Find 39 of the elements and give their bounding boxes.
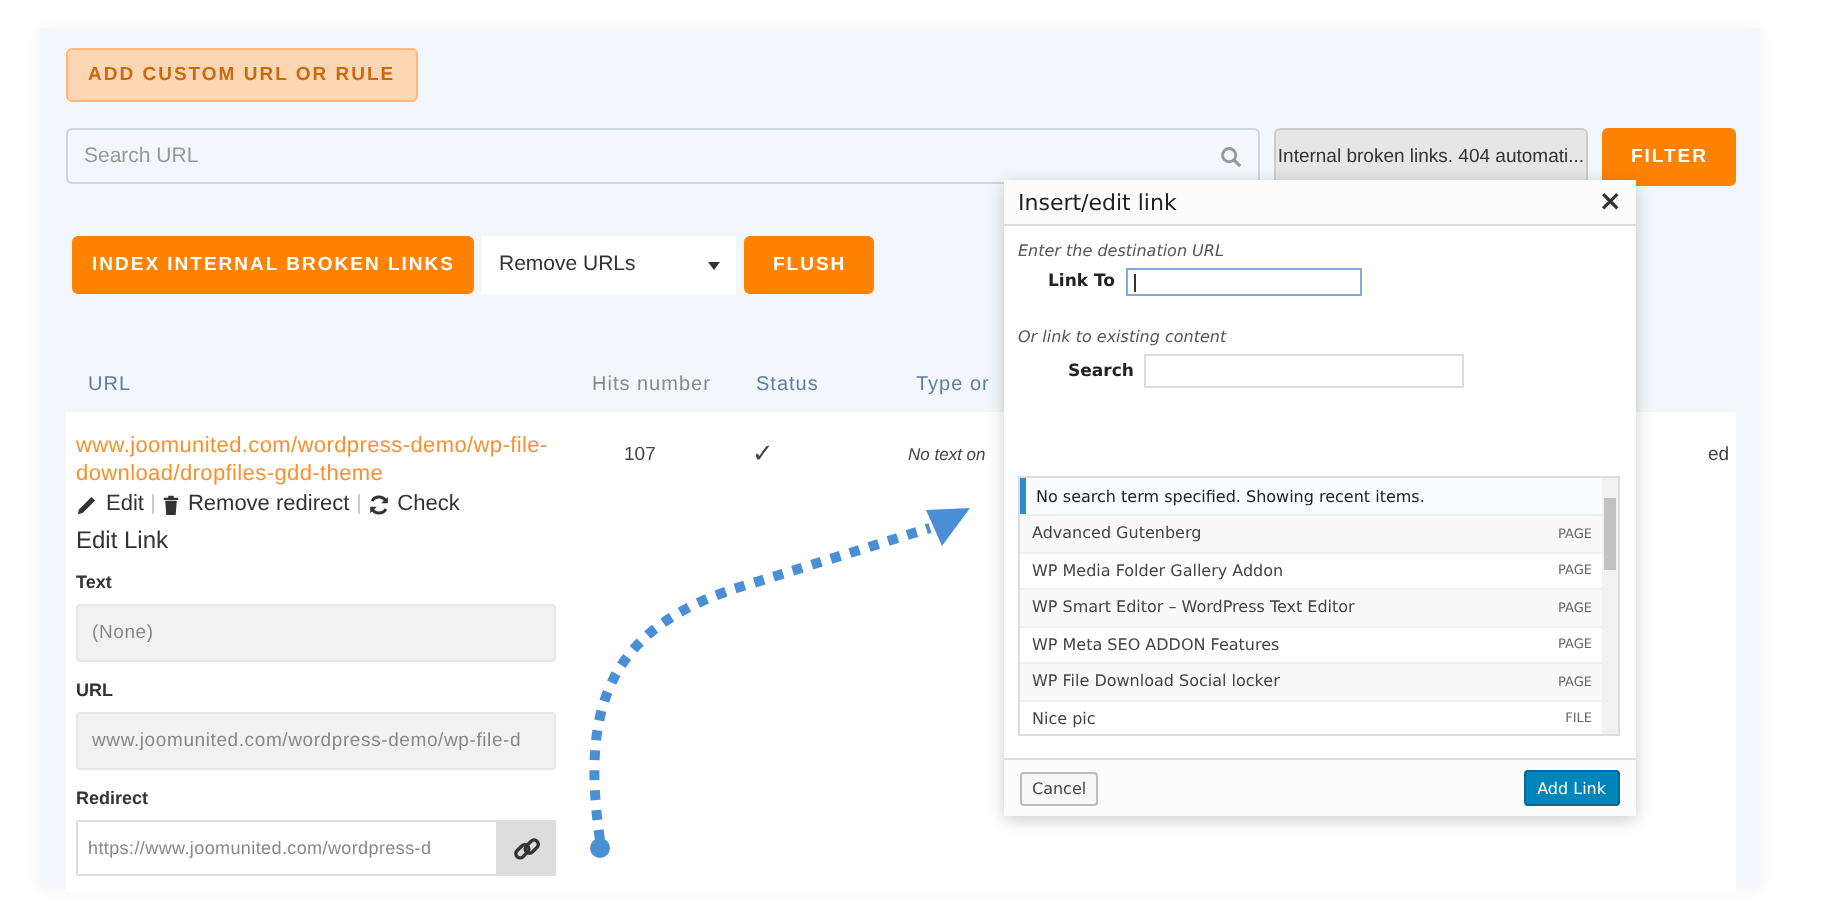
field-label: Redirect (76, 788, 151, 808)
notice-message: No search term specified. Showing recent items. (1020, 478, 1602, 514)
readonly-field: www.joomunited.com/wordpress-demo/wp-file-d (76, 712, 556, 770)
action-dropdown[interactable]: Remove URLs (482, 235, 737, 293)
close-button[interactable]: × (1598, 188, 1622, 216)
search-field[interactable]: Search URL (66, 128, 1259, 184)
chain-link-icon (512, 833, 542, 863)
row-action-link[interactable]: Check (367, 492, 460, 516)
filter-dropdown[interactable]: Internal broken links. 404 automati... (1273, 128, 1589, 184)
row-action-link[interactable]: Remove redirect (161, 492, 350, 516)
link-to-field[interactable] (1125, 268, 1362, 296)
field-label: URL (76, 680, 115, 700)
readonly-field: (None) (76, 604, 556, 662)
refresh-icon (367, 493, 390, 515)
dialog-title: Insert/edit link (1018, 189, 1177, 215)
field-label: Search (1068, 361, 1134, 381)
type-cell-text: No text on (908, 442, 988, 464)
dialog-hint: Enter the destination URL (1018, 242, 1226, 260)
hits-cell-text: 107 (622, 442, 658, 466)
dialog-hint: Or link to existing content (1018, 328, 1229, 346)
row-action-link[interactable]: Edit (76, 492, 144, 516)
table-cell-text: ed (1706, 442, 1732, 466)
pencil-icon (76, 493, 98, 515)
scrollbar[interactable] (1602, 478, 1618, 734)
add-link-button[interactable]: Add Link (1523, 770, 1620, 806)
field-label: Link To (1048, 272, 1116, 292)
status-check: ✓ (750, 436, 776, 470)
edit-link-heading: Edit Link (76, 526, 171, 554)
trash-icon (161, 493, 180, 515)
column-header: URL (88, 373, 134, 395)
field-label: Text (76, 572, 114, 592)
search-icon (1219, 146, 1241, 168)
redirect-field[interactable]: https://www.joomunited.com/wordpress-d (76, 820, 498, 876)
cancel-button[interactable]: Cancel (1020, 771, 1099, 805)
column-header: Status (756, 373, 821, 395)
search-field[interactable] (1143, 354, 1464, 388)
link-button[interactable] (498, 820, 556, 876)
column-header: Type or (916, 373, 992, 395)
column-header: Hits number (592, 373, 713, 395)
